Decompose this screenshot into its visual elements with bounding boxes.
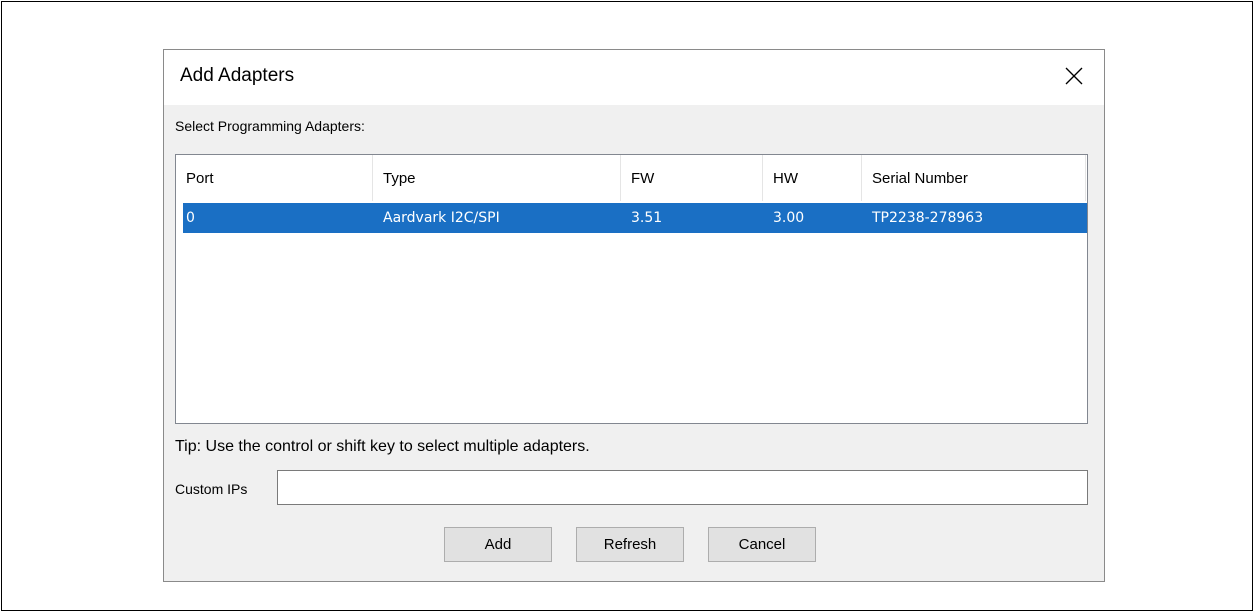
add-adapters-dialog: Add Adapters Select Programming Adapters… — [163, 49, 1105, 582]
cell-type: Aardvark I2C/SPI — [383, 210, 500, 226]
select-adapters-label: Select Programming Adapters: — [175, 118, 365, 134]
refresh-button[interactable]: Refresh — [576, 527, 684, 562]
cell-fw: 3.51 — [631, 210, 663, 226]
column-header-serial-number[interactable]: Serial Number — [862, 155, 1086, 201]
add-button[interactable]: Add — [444, 527, 552, 562]
custom-ips-input[interactable] — [277, 470, 1088, 505]
column-header-fw[interactable]: FW — [621, 155, 763, 201]
list-header: Port Type FW HW Serial Number — [176, 155, 1087, 201]
adapters-list[interactable]: Port Type FW HW Serial Number 0 Aardvark… — [175, 154, 1088, 424]
column-header-hw[interactable]: HW — [763, 155, 862, 201]
screenshot-frame: Add Adapters Select Programming Adapters… — [1, 1, 1253, 611]
title-bar: Add Adapters — [164, 50, 1104, 105]
tip-text: Tip: Use the control or shift key to sel… — [175, 438, 590, 455]
cancel-button[interactable]: Cancel — [708, 527, 816, 562]
column-header-port[interactable]: Port — [176, 155, 373, 201]
list-body: 0 Aardvark I2C/SPI 3.51 3.00 TP2238-2789… — [183, 203, 1087, 233]
cell-hw: 3.00 — [773, 210, 805, 226]
close-button[interactable] — [1058, 60, 1090, 92]
table-row[interactable]: 0 Aardvark I2C/SPI 3.51 3.00 TP2238-2789… — [183, 203, 1087, 233]
cell-port: 0 — [186, 210, 195, 226]
column-header-type[interactable]: Type — [373, 155, 621, 201]
custom-ips-label: Custom IPs — [175, 481, 248, 497]
dialog-title: Add Adapters — [180, 65, 295, 86]
close-icon — [1065, 67, 1083, 85]
cell-serial-number: TP2238-278963 — [872, 210, 984, 226]
